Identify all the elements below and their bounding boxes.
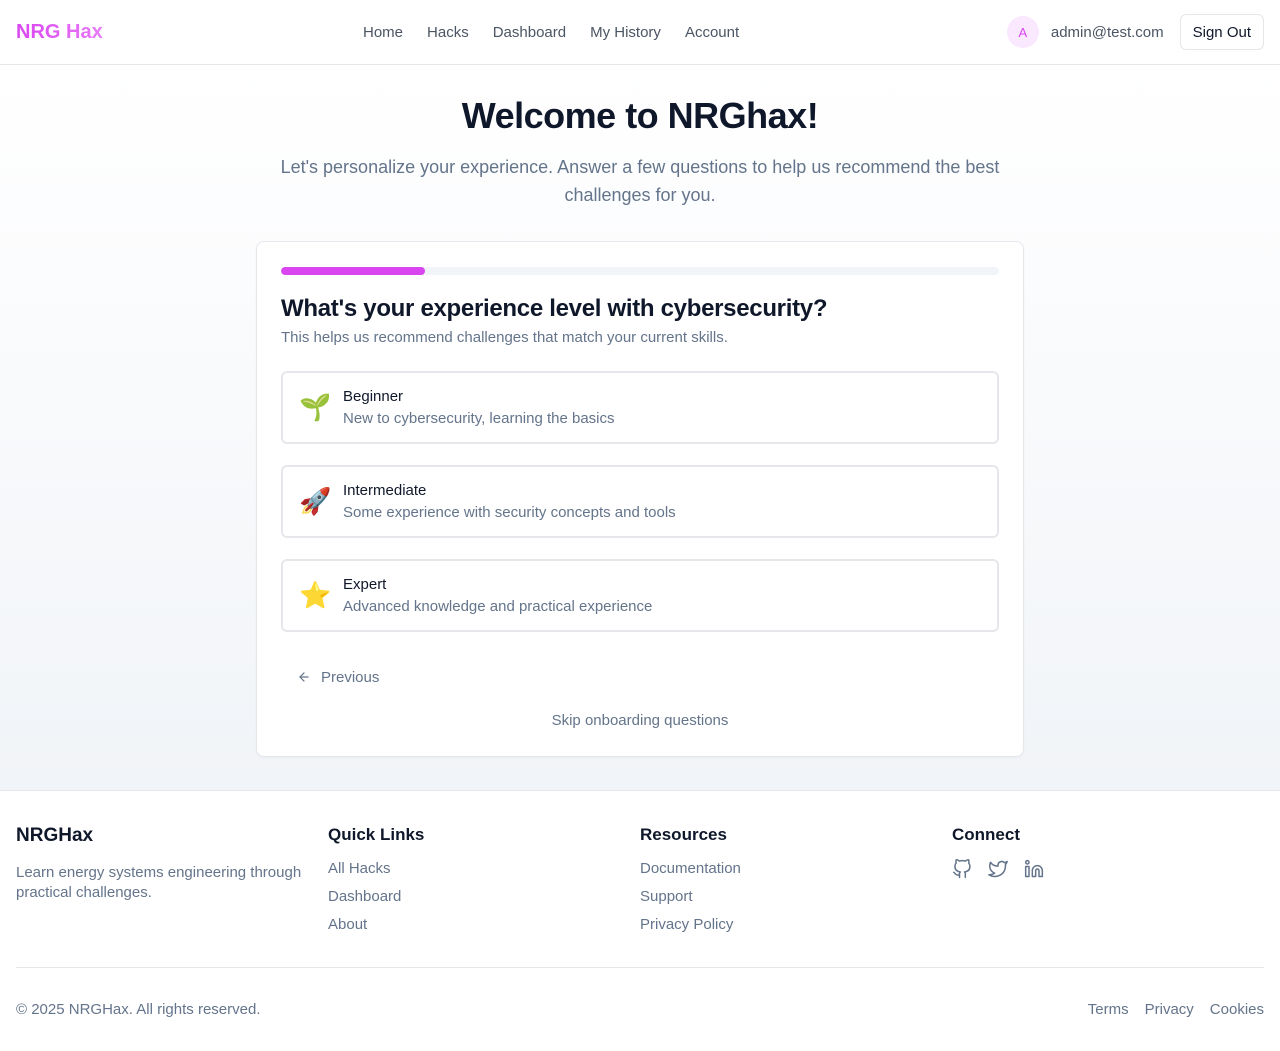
nav-my-history[interactable]: My History	[590, 24, 661, 41]
footer-link-dashboard[interactable]: Dashboard	[328, 887, 640, 915]
option-text: Intermediate Some experience with securi…	[343, 482, 676, 521]
rocket-icon: 🚀	[299, 486, 332, 517]
footer-link-terms[interactable]: Terms	[1088, 1001, 1129, 1018]
footer-connect: Connect	[952, 825, 1264, 943]
option-text: Beginner New to cybersecurity, learning …	[343, 388, 615, 427]
footer-divider	[16, 967, 1264, 968]
site-header: NRG Hax Home Hacks Dashboard My History …	[0, 0, 1280, 65]
nav-dashboard[interactable]: Dashboard	[493, 24, 566, 41]
sign-out-button[interactable]: Sign Out	[1179, 14, 1264, 50]
star-icon: ⭐	[299, 580, 332, 611]
option-beginner[interactable]: 🌱 Beginner New to cybersecurity, learnin…	[281, 371, 999, 444]
question-title: What's your experience level with cybers…	[281, 295, 828, 322]
logo[interactable]: NRG Hax	[16, 21, 103, 44]
footer-link-all-hacks[interactable]: All Hacks	[328, 859, 640, 887]
onboarding-card: What's your experience level with cybers…	[256, 241, 1024, 757]
option-title: Expert	[343, 576, 387, 593]
footer-quick-links: Quick Links All Hacks Dashboard About	[328, 825, 640, 943]
nav-hacks[interactable]: Hacks	[427, 24, 469, 41]
option-intermediate[interactable]: 🚀 Intermediate Some experience with secu…	[281, 465, 999, 538]
page-subtitle: Let's personalize your experience. Answe…	[280, 157, 1000, 205]
twitter-icon[interactable]	[988, 859, 1008, 879]
resources-list: Documentation Support Privacy Policy	[640, 859, 952, 943]
main-content: Welcome to NRGhax! Let's personalize you…	[0, 65, 1280, 790]
github-icon[interactable]	[952, 859, 972, 879]
option-description: Some experience with security concepts a…	[343, 504, 676, 521]
footer-link-cookies[interactable]: Cookies	[1210, 1001, 1264, 1018]
quick-links-list: All Hacks Dashboard About	[328, 859, 640, 943]
skip-onboarding-link[interactable]: Skip onboarding questions	[257, 712, 1023, 729]
footer-resources: Resources Documentation Support Privacy …	[640, 825, 952, 943]
social-links	[952, 859, 1264, 879]
linkedin-icon[interactable]	[1024, 859, 1044, 879]
quick-links-heading: Quick Links	[328, 825, 425, 844]
option-title: Beginner	[343, 388, 404, 405]
option-description: Advanced knowledge and practical experie…	[343, 598, 653, 615]
footer-link-privacy-policy[interactable]: Privacy Policy	[640, 915, 952, 943]
resources-heading: Resources	[640, 825, 727, 844]
footer-columns: NRGHax Learn energy systems engineering …	[16, 825, 1264, 943]
nav-home[interactable]: Home	[363, 24, 403, 41]
option-expert[interactable]: ⭐ Expert Advanced knowledge and practica…	[281, 559, 999, 632]
nav-account[interactable]: Account	[685, 24, 739, 41]
main-nav: Home Hacks Dashboard My History Account	[363, 0, 739, 64]
option-text: Expert Advanced knowledge and practical …	[343, 576, 652, 615]
footer-brand-column: NRGHax Learn energy systems engineering …	[16, 825, 328, 943]
question-help: This helps us recommend challenges that …	[281, 329, 728, 346]
avatar[interactable]: A	[1006, 16, 1039, 48]
footer-brand: NRGHax	[16, 825, 94, 846]
page-title: Welcome to NRGhax!	[461, 95, 819, 136]
option-description: New to cybersecurity, learning the basic…	[343, 410, 615, 427]
site-footer: NRGHax Learn energy systems engineering …	[0, 790, 1280, 1051]
copyright: © 2025 NRGHax. All rights reserved.	[16, 1001, 261, 1018]
previous-button[interactable]: Previous	[297, 657, 379, 697]
user-area: A admin@test.com Sign Out	[1006, 14, 1264, 50]
seedling-icon: 🌱	[299, 392, 332, 423]
arrow-left-icon	[299, 672, 309, 682]
footer-link-documentation[interactable]: Documentation	[640, 859, 952, 887]
progress-fill	[281, 267, 425, 275]
legal-links: Terms Privacy Cookies	[1088, 1001, 1264, 1018]
option-list: 🌱 Beginner New to cybersecurity, learnin…	[281, 371, 999, 632]
option-title: Intermediate	[343, 482, 427, 499]
previous-label: Previous	[321, 668, 380, 686]
connect-heading: Connect	[952, 825, 1020, 844]
footer-link-about[interactable]: About	[328, 915, 640, 943]
footer-tagline: Learn energy systems engineering through…	[16, 864, 302, 901]
footer-link-support[interactable]: Support	[640, 887, 952, 915]
progress-bar	[281, 267, 999, 275]
footer-link-privacy[interactable]: Privacy	[1145, 1001, 1194, 1018]
user-email: admin@test.com	[1050, 23, 1164, 41]
